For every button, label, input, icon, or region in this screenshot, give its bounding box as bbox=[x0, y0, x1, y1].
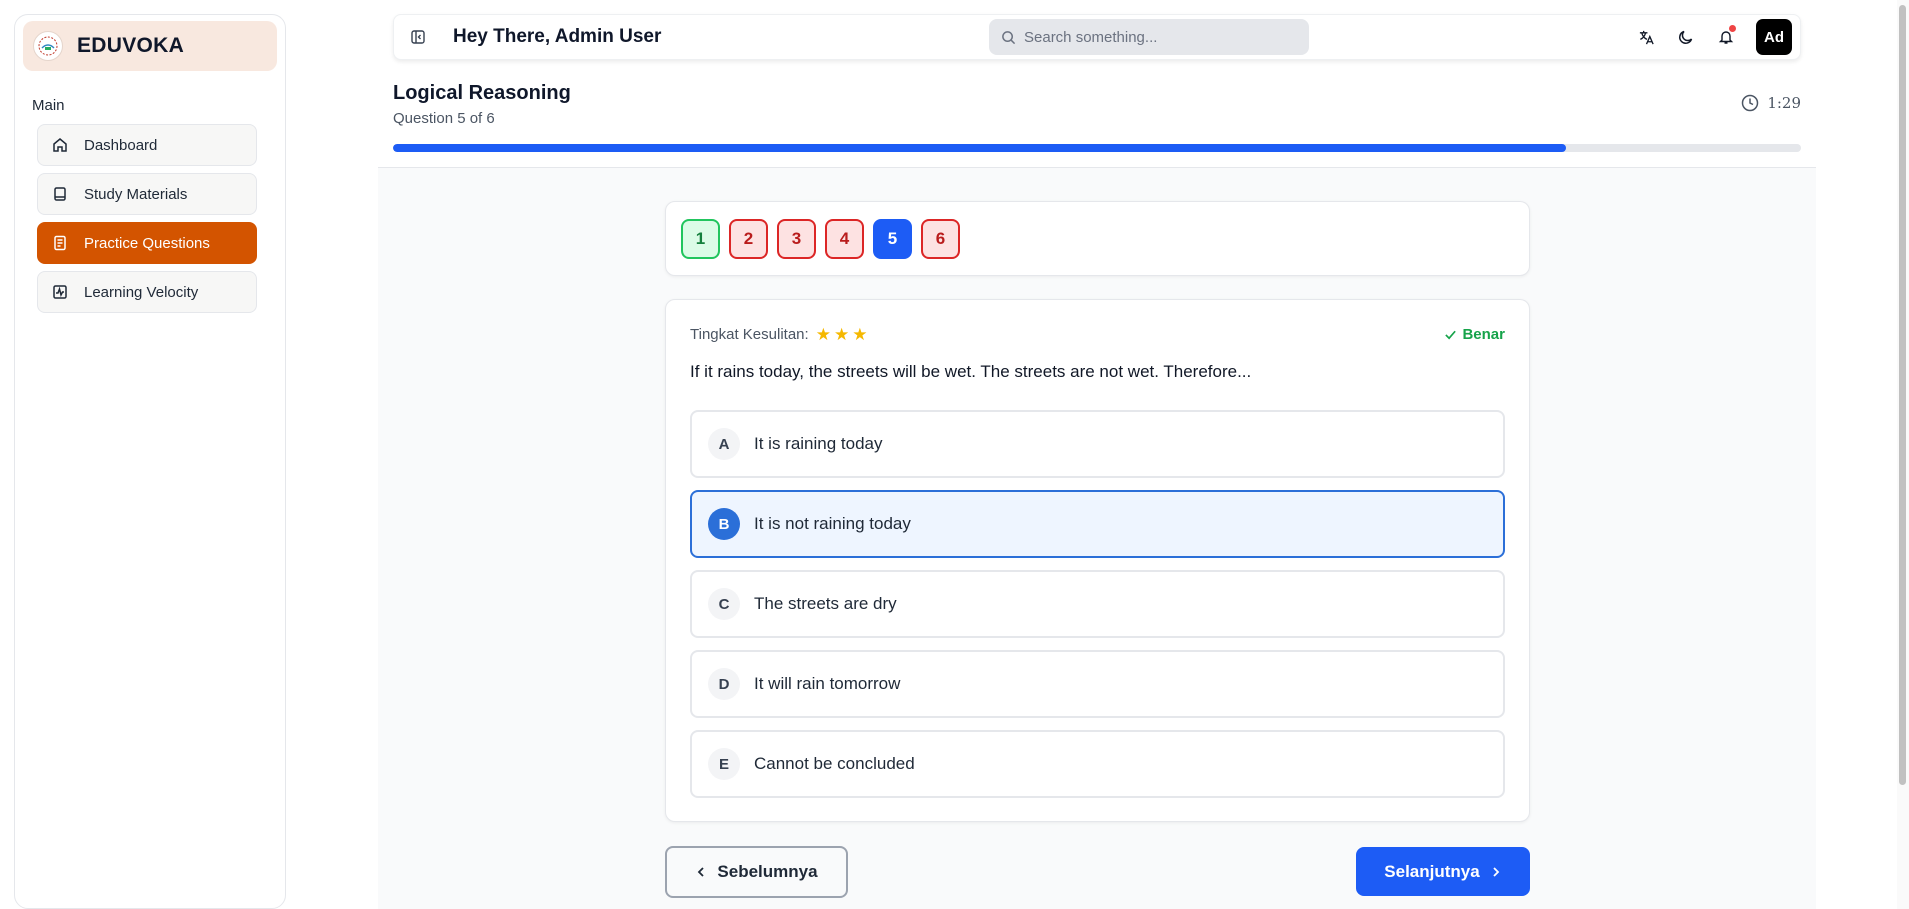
option-letter: C bbox=[708, 588, 740, 620]
option-letter: E bbox=[708, 748, 740, 780]
question-counter: Question 5 of 6 bbox=[393, 110, 495, 127]
topbar-actions: Ad bbox=[1636, 19, 1792, 55]
result-badge: Benar bbox=[1444, 326, 1505, 343]
sidebar-item-dashboard[interactable]: Dashboard bbox=[37, 124, 257, 166]
greeting: Hey There, Admin User bbox=[453, 26, 662, 47]
clock-icon bbox=[1742, 94, 1759, 112]
sidebar-toggle-icon[interactable] bbox=[408, 27, 428, 47]
question-nav-button-3[interactable]: 3 bbox=[777, 218, 816, 259]
search-bar[interactable] bbox=[989, 19, 1309, 55]
bell-icon[interactable] bbox=[1716, 25, 1736, 47]
question-card: Tingkat Kesulitan: ★ ★ ★ Benar If it rains… bbox=[665, 299, 1530, 822]
brand[interactable]: EDUVOKA bbox=[23, 21, 277, 71]
activity-icon bbox=[53, 285, 67, 299]
search-input[interactable] bbox=[1024, 28, 1294, 46]
difficulty: Tingkat Kesulitan: ★ ★ ★ bbox=[690, 326, 867, 343]
avatar[interactable]: Ad bbox=[1756, 19, 1792, 55]
chevron-left-icon bbox=[698, 867, 705, 877]
difficulty-label: Tingkat Kesulitan: bbox=[690, 326, 809, 343]
option-text: Cannot be concluded bbox=[754, 754, 915, 773]
sidebar-item-label: Practice Questions bbox=[84, 234, 210, 252]
sidebar-item-label: Dashboard bbox=[84, 136, 158, 154]
option-d[interactable]: D It will rain tomorrow bbox=[690, 650, 1505, 718]
timer: 1:29 bbox=[1741, 94, 1801, 112]
sidebar-item-practice-questions[interactable]: Practice Questions bbox=[37, 222, 257, 264]
page-title: Logical Reasoning bbox=[393, 82, 571, 104]
option-b[interactable]: B It is not raining today bbox=[690, 490, 1505, 558]
question-nav-button-5[interactable]: 5 bbox=[873, 218, 912, 259]
book-icon bbox=[54, 187, 66, 201]
sidebar-item-learning-velocity[interactable]: Learning Velocity bbox=[37, 271, 257, 313]
sidebar: EDUVOKA Main Dashboard Study Materials P… bbox=[14, 14, 286, 909]
moon-icon[interactable] bbox=[1676, 27, 1696, 47]
difficulty-stars: ★ ★ ★ bbox=[816, 326, 868, 343]
option-a[interactable]: A It is raining today bbox=[690, 410, 1505, 478]
option-c[interactable]: C The streets are dry bbox=[690, 570, 1505, 638]
sidebar-item-label: Study Materials bbox=[84, 185, 188, 203]
check-icon bbox=[1445, 330, 1457, 340]
scrollbar-thumb[interactable] bbox=[1899, 5, 1906, 785]
page-header: Hey There, Admin User Ad Logical Rea bbox=[378, 0, 1816, 168]
star-icon: ★ bbox=[815, 325, 831, 344]
timer-value: 1:29 bbox=[1767, 94, 1801, 112]
option-letter: B bbox=[708, 508, 740, 540]
previous-button[interactable]: Sebelumnya bbox=[665, 846, 848, 898]
star-icon: ★ bbox=[852, 325, 868, 344]
main-content: Hey There, Admin User Ad Logical Rea bbox=[378, 0, 1816, 909]
brand-logo-icon bbox=[33, 31, 63, 61]
progress-bar bbox=[393, 144, 1801, 152]
question-nav-button-4[interactable]: 4 bbox=[825, 218, 864, 259]
question-nav-button-2[interactable]: 2 bbox=[729, 218, 768, 259]
notification-dot bbox=[1729, 25, 1736, 32]
next-button-label: Selanjutnya bbox=[1384, 861, 1480, 881]
question-navigator: 1 2 3 4 5 6 bbox=[665, 201, 1530, 276]
next-button[interactable]: Selanjutnya bbox=[1356, 847, 1530, 896]
option-text: The streets are dry bbox=[754, 594, 897, 613]
option-text: It will rain tomorrow bbox=[754, 674, 901, 693]
result-label: Benar bbox=[1462, 326, 1505, 343]
option-text: It is raining today bbox=[754, 434, 883, 453]
option-text: It is not raining today bbox=[754, 514, 911, 533]
search-icon bbox=[1002, 30, 1016, 44]
document-icon bbox=[54, 235, 66, 251]
chevron-right-icon bbox=[1493, 866, 1499, 877]
sidebar-item-label: Learning Velocity bbox=[84, 283, 199, 301]
question-nav-button-6[interactable]: 6 bbox=[921, 218, 960, 259]
topbar: Hey There, Admin User Ad bbox=[393, 14, 1801, 60]
sidebar-section-label: Main bbox=[32, 97, 65, 114]
page-scrollbar[interactable] bbox=[1897, 0, 1909, 909]
translate-icon[interactable] bbox=[1636, 27, 1656, 47]
question-text: If it rains today, the streets will be w… bbox=[690, 362, 1252, 381]
question-nav-button-1[interactable]: 1 bbox=[681, 218, 720, 259]
star-icon: ★ bbox=[833, 325, 850, 344]
option-e[interactable]: E Cannot be concluded bbox=[690, 730, 1505, 798]
progress-fill bbox=[393, 144, 1566, 152]
previous-button-label: Sebelumnya bbox=[717, 862, 818, 881]
brand-name: EDUVOKA bbox=[77, 34, 185, 57]
sidebar-item-study-materials[interactable]: Study Materials bbox=[37, 173, 257, 215]
home-icon bbox=[53, 138, 67, 152]
option-letter: A bbox=[708, 428, 740, 460]
option-letter: D bbox=[708, 668, 740, 700]
